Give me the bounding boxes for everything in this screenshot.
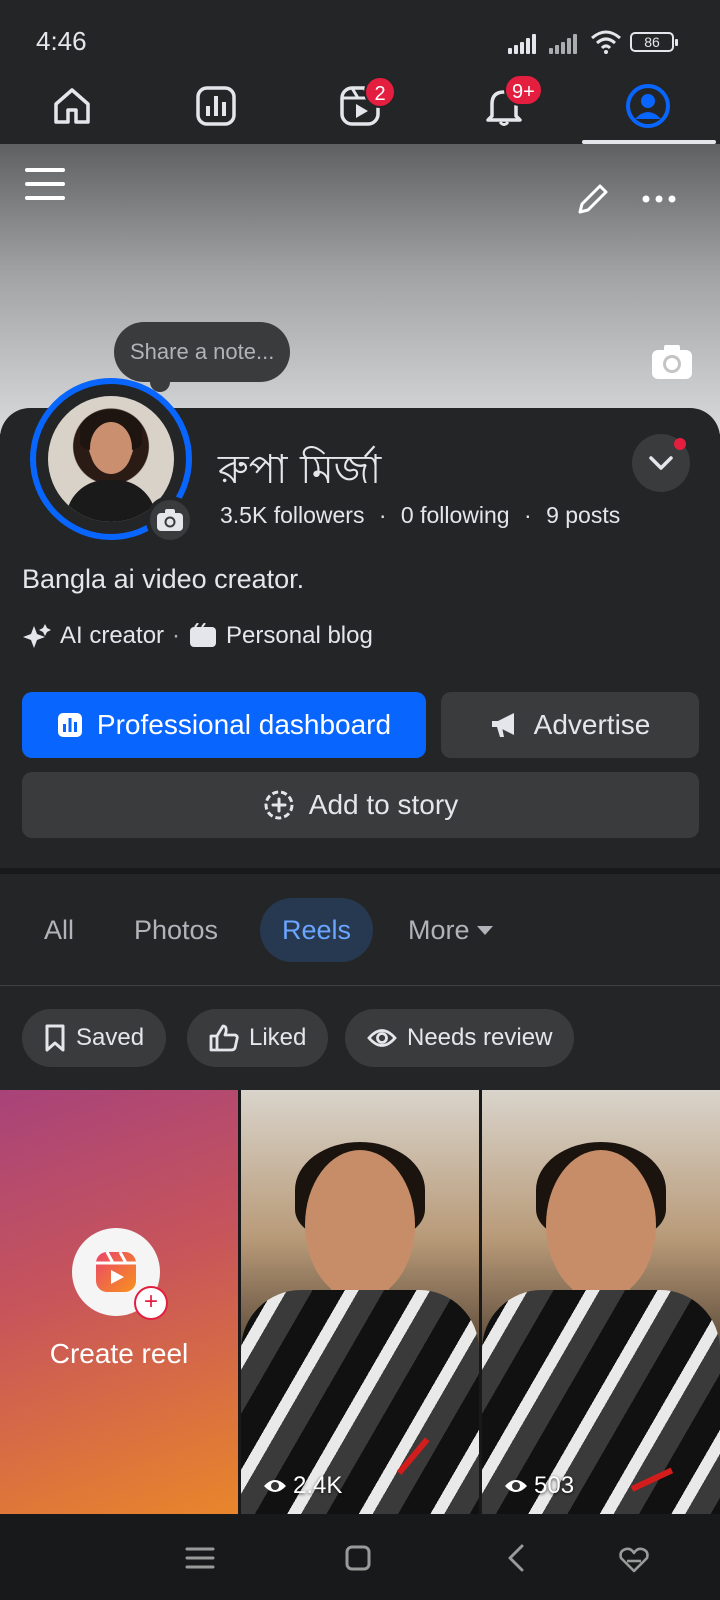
tab-more[interactable]: More (386, 898, 516, 962)
signal-icon (508, 32, 542, 54)
eye-icon (264, 1480, 286, 1492)
menu-button[interactable] (22, 162, 68, 206)
dashboard-icon (57, 713, 82, 737)
nav-home[interactable] (42, 78, 102, 134)
reel-views-count: 2.4K (293, 1472, 343, 1499)
more-dots-icon (642, 195, 676, 203)
thumbs-up-icon (209, 1024, 239, 1052)
back-icon (508, 1544, 524, 1572)
reel-views: 503 (504, 1472, 574, 1500)
followers-count[interactable]: 3.5K followers (220, 502, 364, 528)
caret-down-icon (476, 926, 493, 935)
category-personal-blog: Personal blog (226, 622, 373, 649)
recent-apps-button[interactable] (178, 1536, 222, 1580)
reel-filters: Saved Liked Needs review (0, 987, 720, 1089)
pencil-icon (578, 184, 608, 214)
reels-icon (96, 1251, 136, 1292)
reels-grid: + Create reel 2.4K 503 (0, 1090, 720, 1514)
notification-dot (674, 438, 686, 450)
tab-all[interactable]: All (22, 898, 96, 962)
reel-thumbnail[interactable]: 503 (482, 1090, 720, 1514)
profile-name: রুপা মির্জা (218, 447, 382, 493)
hamburger-icon (25, 168, 65, 200)
following-count[interactable]: 0 following (401, 502, 510, 528)
add-to-story-button[interactable]: Add to story (22, 772, 699, 838)
create-reel-tile[interactable]: + Create reel (0, 1090, 238, 1514)
add-story-icon (264, 790, 294, 820)
status-time: 4:46 (36, 26, 87, 56)
professional-dashboard-button[interactable]: Professional dashboard (22, 692, 426, 758)
professional-dashboard-label: Professional dashboard (96, 709, 392, 740)
profile-stats: 3.5K followers · 0 following · 9 posts (220, 502, 620, 529)
share-note-bubble[interactable]: Share a note... (114, 322, 291, 392)
filter-needs-review[interactable]: Needs review (345, 1009, 575, 1067)
nav-notifications[interactable]: 9+ (474, 74, 543, 134)
profile-switch-dropdown[interactable] (632, 434, 690, 492)
profile-bio: Bangla ai video creator. (22, 564, 305, 594)
note-placeholder: Share a note... (130, 339, 275, 364)
camera-icon (652, 345, 692, 379)
cover-camera-button[interactable] (648, 340, 696, 384)
avatar-camera-button[interactable] (146, 496, 194, 544)
reel-thumbnail[interactable]: 2.4K (241, 1090, 479, 1514)
reels-badge: 2 (364, 76, 396, 108)
bookmark-icon (45, 1024, 65, 1052)
tab-reels[interactable]: Reels (260, 898, 374, 962)
advertise-button[interactable]: Advertise (441, 692, 699, 758)
assistant-button[interactable] (612, 1536, 656, 1580)
nav-reels[interactable]: 2 (330, 76, 396, 134)
eye-icon (505, 1480, 527, 1492)
back-button[interactable] (494, 1536, 538, 1580)
stats-separator: · (524, 502, 532, 528)
square-icon (345, 1545, 371, 1571)
reel-views-count: 503 (534, 1472, 575, 1499)
advertise-label: Advertise (533, 709, 651, 740)
tab-more-label: More (408, 915, 470, 945)
category-separator: · (172, 622, 181, 649)
profile-categories: AI creator · Personal blog (22, 622, 373, 650)
profile-icon (626, 84, 670, 128)
dashboard-icon (196, 86, 236, 126)
camera-icon (157, 509, 183, 531)
notifications-badge: 9+ (504, 74, 543, 106)
reel-views: 2.4K (263, 1472, 342, 1500)
assistant-icon (619, 1547, 649, 1573)
system-navigation-bar (0, 1514, 720, 1600)
filter-liked-label: Liked (249, 1024, 307, 1051)
category-ai-creator: AI creator (60, 622, 165, 649)
wifi-icon (591, 30, 621, 54)
tab-photos[interactable]: Photos (112, 898, 240, 962)
filter-liked[interactable]: Liked (187, 1009, 329, 1067)
battery-indicator: 86 (630, 32, 678, 52)
more-options-button[interactable] (636, 176, 682, 222)
content-tabs: All Photos Reels More (0, 874, 720, 986)
nav-profile[interactable] (618, 78, 678, 134)
sparkle-icon (23, 624, 51, 648)
edit-profile-button[interactable] (570, 176, 616, 222)
filter-needs-review-label: Needs review (407, 1024, 553, 1051)
home-button[interactable] (336, 1536, 380, 1580)
filter-saved[interactable]: Saved (22, 1009, 167, 1067)
posts-count[interactable]: 9 posts (546, 502, 620, 528)
home-icon (54, 88, 90, 124)
create-reel-label: Create reel (49, 1338, 189, 1369)
filter-saved-label: Saved (76, 1024, 145, 1051)
plus-icon: + (134, 1286, 168, 1320)
chevron-down-icon (649, 456, 673, 470)
signal-icon-2 (549, 32, 583, 54)
status-bar: 4:46 86 (0, 0, 720, 70)
add-to-story-label: Add to story (308, 789, 459, 820)
stats-separator: · (378, 502, 387, 528)
blog-icon (190, 623, 217, 647)
top-navigation: 2 9+ (0, 70, 720, 144)
nav-dashboard[interactable] (186, 78, 246, 134)
eye-icon (367, 1029, 397, 1047)
menu-lines-icon (185, 1547, 215, 1569)
megaphone-icon (491, 713, 514, 737)
